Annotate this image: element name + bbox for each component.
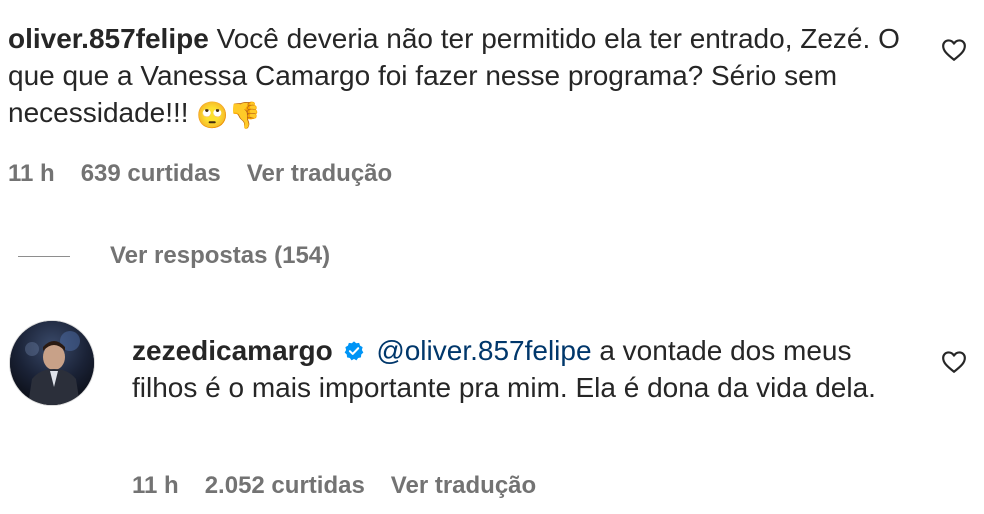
comment-username[interactable]: zezedicamargo bbox=[132, 335, 333, 366]
comment-time: 11 h bbox=[8, 160, 55, 187]
comment-zezedicamargo: zezedicamargo @oliver.857felipe a vontad… bbox=[132, 332, 892, 406]
comment-body: zezedicamargo @oliver.857felipe a vontad… bbox=[132, 332, 892, 406]
see-translation-link[interactable]: Ver tradução bbox=[247, 160, 392, 188]
comment-meta: 11 h 639 curtidas Ver tradução bbox=[8, 160, 392, 188]
likes-count-link[interactable]: 2.052 curtidas bbox=[205, 472, 365, 500]
mention-link[interactable]: @oliver.857felipe bbox=[376, 335, 591, 366]
comment-username[interactable]: oliver.857felipe bbox=[8, 23, 209, 54]
verified-badge-icon bbox=[344, 341, 363, 361]
comment-meta: 11 h 2.052 curtidas Ver tradução bbox=[132, 472, 536, 500]
comment-time: 11 h bbox=[132, 472, 179, 499]
heart-outline-icon[interactable] bbox=[941, 37, 967, 63]
heart-outline-icon[interactable] bbox=[941, 349, 967, 375]
avatar-image bbox=[10, 321, 94, 405]
view-replies-label: Ver respostas (154) bbox=[110, 242, 331, 269]
thumbs-down-emoji: 👎 bbox=[228, 101, 262, 131]
replies-divider bbox=[18, 255, 70, 257]
view-replies-button[interactable]: Ver respostas (154) bbox=[18, 242, 330, 270]
comment-oliver: oliver.857felipe Você deveria não ter pe… bbox=[8, 20, 908, 135]
likes-count-link[interactable]: 639 curtidas bbox=[81, 160, 221, 188]
eye-roll-emoji: 🙄 bbox=[196, 101, 229, 131]
comment-body: oliver.857felipe Você deveria não ter pe… bbox=[8, 20, 908, 135]
see-translation-link[interactable]: Ver tradução bbox=[391, 472, 536, 500]
avatar[interactable] bbox=[9, 320, 95, 406]
